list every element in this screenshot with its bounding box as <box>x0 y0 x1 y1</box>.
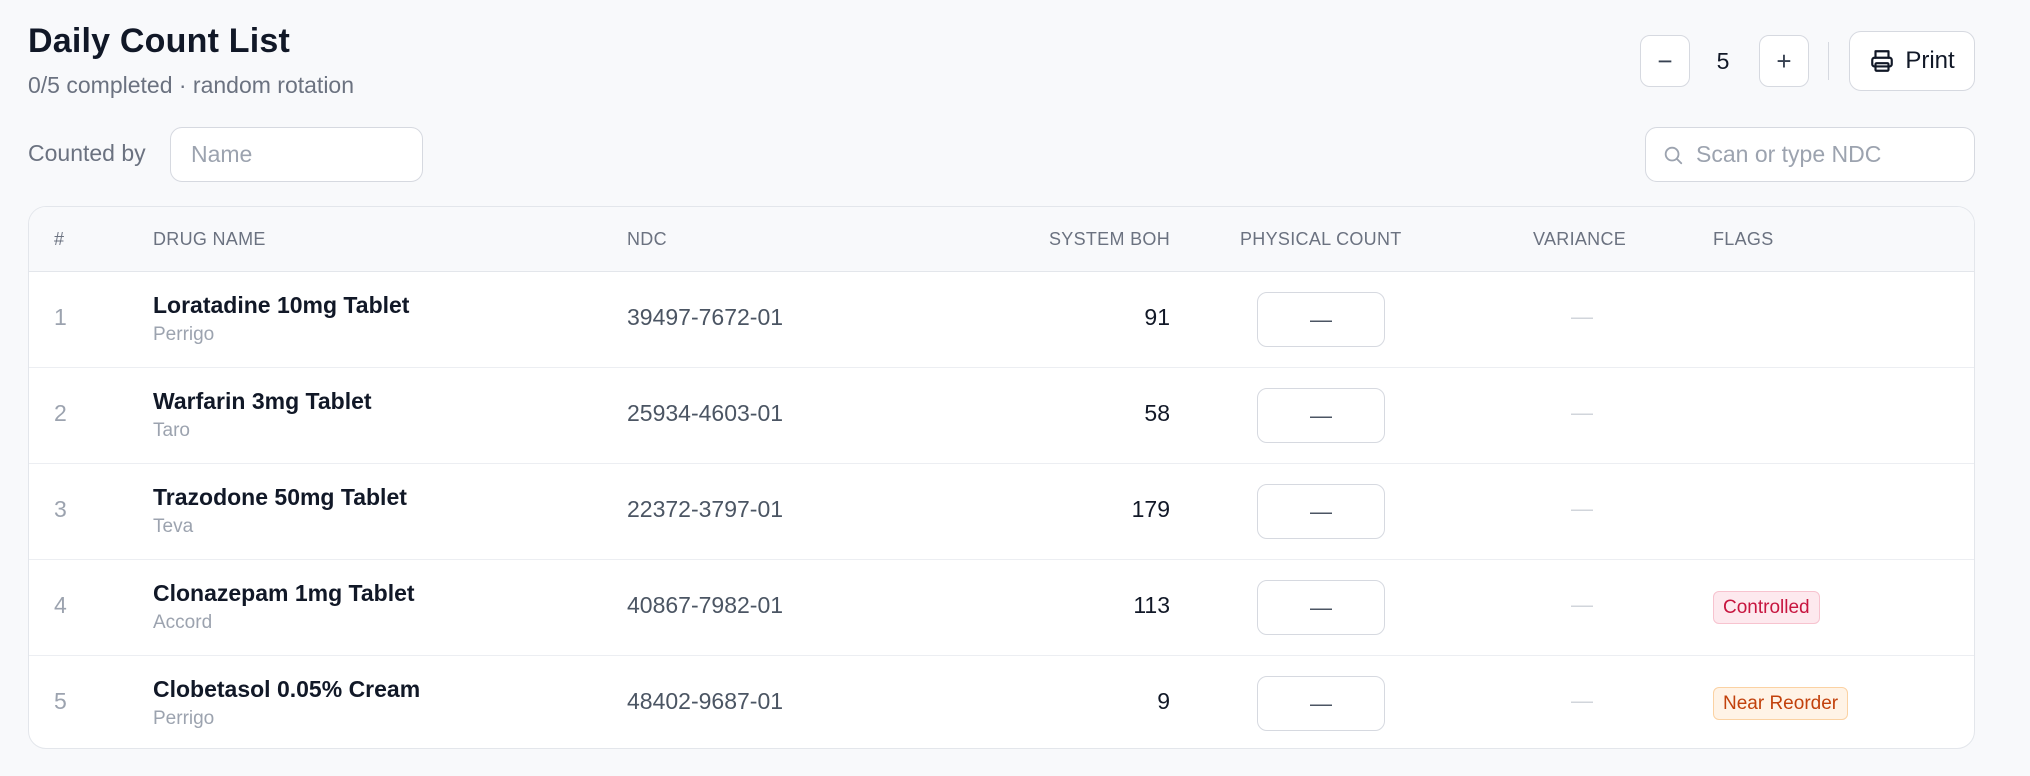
ndc-code: 40867-7982-01 <box>627 592 784 618</box>
drug-name: Clobetasol 0.05% Cream <box>153 676 421 702</box>
page-title: Daily Count List <box>28 22 290 60</box>
column-header-ndc: NDC <box>627 229 667 249</box>
controlled-badge: Controlled <box>1713 591 1820 624</box>
system-boh: 113 <box>1133 592 1170 618</box>
decrement-button[interactable]: − <box>1640 35 1690 87</box>
variance-value: — <box>1571 304 1593 329</box>
daily-count-page: Daily Count List 0/5 completed · random … <box>0 0 2030 776</box>
column-header-flags: FLAGS <box>1713 229 1774 249</box>
row-index: 5 <box>54 688 67 714</box>
counted-by-input[interactable] <box>170 127 423 182</box>
row-index: 3 <box>54 496 67 522</box>
manufacturer: Perrigo <box>153 708 215 729</box>
manufacturer: Teva <box>153 516 194 537</box>
manufacturer: Perrigo <box>153 324 215 345</box>
system-boh: 91 <box>1144 304 1170 330</box>
ndc-code: 25934-4603-01 <box>627 400 784 426</box>
system-boh: 9 <box>1157 688 1170 714</box>
table-row: 2 Warfarin 3mg Tablet Taro 25934-4603-01… <box>29 368 1974 464</box>
drug-name: Clonazepam 1mg Tablet <box>153 580 415 606</box>
drug-name: Warfarin 3mg Tablet <box>153 388 372 414</box>
table-row: 1 Loratadine 10mg Tablet Perrigo 39497-7… <box>29 272 1974 368</box>
counted-by-label: Counted by <box>28 140 146 166</box>
page-subtitle: 0/5 completed · random rotation <box>28 72 355 98</box>
stepper-value: 5 <box>1716 47 1730 74</box>
count-table: # DRUG NAME NDC SYSTEM BOH PHYSICAL COUN… <box>28 206 1975 749</box>
search-icon <box>1662 144 1684 166</box>
ndc-code: 48402-9687-01 <box>627 688 784 714</box>
physical-count-input[interactable]: — <box>1257 388 1385 443</box>
variance-value: — <box>1571 592 1593 617</box>
variance-value: — <box>1571 688 1593 713</box>
ndc-search[interactable] <box>1645 127 1975 182</box>
column-header-system-boh: SYSTEM BOH <box>1048 229 1170 249</box>
column-header-variance: VARIANCE <box>1533 229 1627 249</box>
print-button[interactable]: Print <box>1849 31 1975 91</box>
near-reorder-badge: Near Reorder <box>1713 687 1849 720</box>
variance-value: — <box>1571 400 1593 425</box>
print-button-label: Print <box>1905 47 1955 74</box>
increment-button[interactable]: + <box>1759 35 1809 87</box>
ndc-code: 22372-3797-01 <box>627 496 784 522</box>
column-header-drug-name: DRUG NAME <box>153 229 266 249</box>
physical-count-input[interactable]: — <box>1257 580 1385 635</box>
system-boh: 58 <box>1144 400 1170 426</box>
column-header-physical-count: PHYSICAL COUNT <box>1240 229 1402 249</box>
toolbar-divider <box>1828 42 1829 80</box>
physical-count-input[interactable]: — <box>1257 676 1385 731</box>
physical-count-input[interactable]: — <box>1257 484 1385 539</box>
row-index: 2 <box>54 400 67 426</box>
drug-name: Loratadine 10mg Tablet <box>153 292 410 318</box>
ndc-code: 39497-7672-01 <box>627 304 784 330</box>
manufacturer: Accord <box>153 612 213 633</box>
physical-count-input[interactable]: — <box>1257 292 1385 347</box>
column-header-index: # <box>54 229 65 249</box>
row-index: 1 <box>54 304 67 330</box>
manufacturer: Taro <box>153 420 190 441</box>
ndc-search-input[interactable] <box>1696 128 1966 181</box>
table-row: 4 Clonazepam 1mg Tablet Accord 40867-798… <box>29 560 1974 656</box>
table-row: 5 Clobetasol 0.05% Cream Perrigo 48402-9… <box>29 656 1974 748</box>
variance-value: — <box>1571 496 1593 521</box>
table-header: # DRUG NAME NDC SYSTEM BOH PHYSICAL COUN… <box>29 207 1974 272</box>
drug-name: Trazodone 50mg Tablet <box>153 484 407 510</box>
row-index: 4 <box>54 592 67 618</box>
table-row: 3 Trazodone 50mg Tablet Teva 22372-3797-… <box>29 464 1974 560</box>
system-boh: 179 <box>1131 496 1170 522</box>
printer-icon <box>1869 48 1895 74</box>
